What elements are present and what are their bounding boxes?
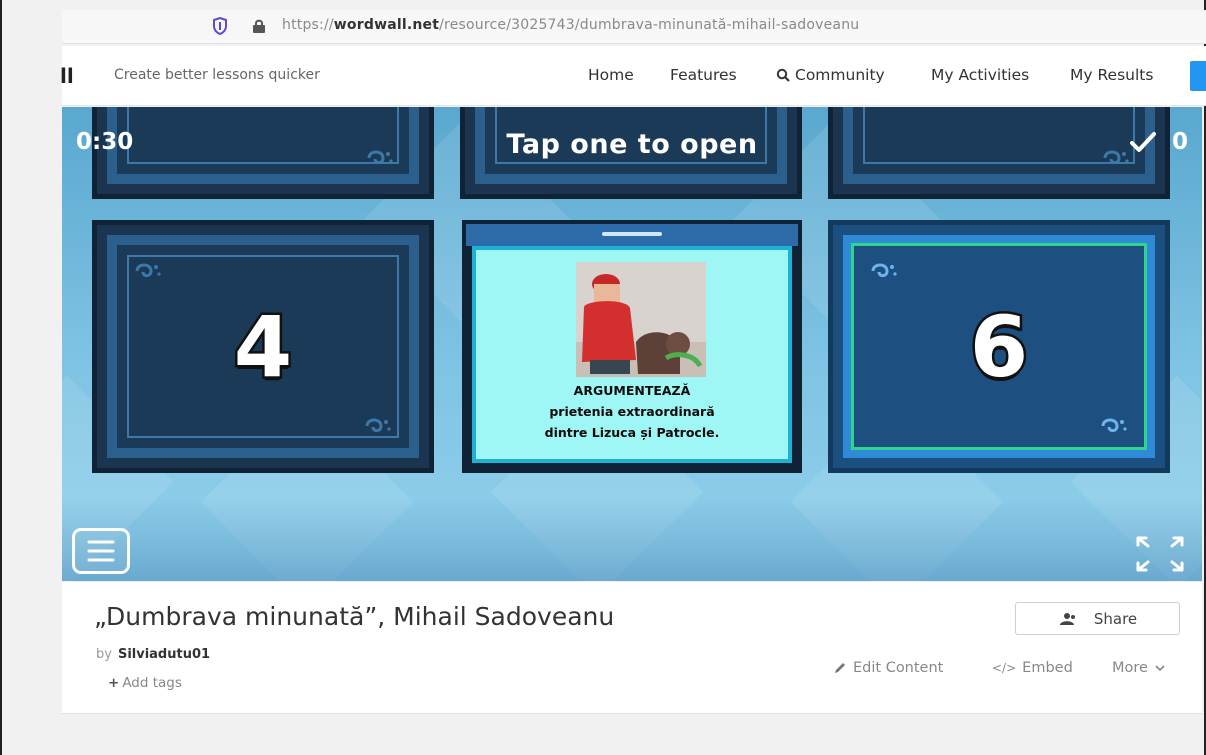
card-line-3: dintre Lizuca și Patrocle. bbox=[544, 425, 720, 440]
opened-card[interactable]: ARGUMENTEAZĂ prietenia extraordinară din… bbox=[462, 220, 802, 473]
url-domain: wordwall.net bbox=[333, 17, 440, 33]
site-header: ll Create better lessons quicker Home Fe… bbox=[60, 46, 1206, 106]
address-bar[interactable]: https://wordwall.net/resource/3025743/du… bbox=[62, 10, 1206, 44]
more-label: More bbox=[1112, 660, 1148, 676]
score-value: 0 bbox=[1171, 129, 1188, 155]
tile-number: 4 bbox=[231, 295, 294, 398]
nav-community-label: Community bbox=[795, 66, 885, 84]
url-path: /resource/3025743/dumbrava-minunată-miha… bbox=[439, 17, 860, 33]
site-logo[interactable]: ll bbox=[60, 64, 74, 88]
tile-6[interactable]: 6 bbox=[828, 220, 1170, 473]
hamburger-icon bbox=[87, 540, 115, 562]
game-prompt: Tap one to open bbox=[506, 129, 758, 160]
url-text[interactable]: https://wordwall.net/resource/3025743/du… bbox=[282, 17, 859, 33]
site-tagline: Create better lessons quicker bbox=[114, 67, 320, 83]
code-icon: </> bbox=[992, 661, 1017, 675]
edit-content-button[interactable]: Edit Content bbox=[833, 660, 943, 676]
add-tags-link[interactable]: + Add tags bbox=[108, 675, 182, 691]
embed-label: Embed bbox=[1022, 660, 1073, 676]
card-line-1: ARGUMENTEAZĂ bbox=[573, 383, 691, 398]
card-top-strip bbox=[466, 224, 798, 246]
nav-community[interactable]: Community bbox=[776, 66, 885, 84]
activity-title: „Dumbrava minunată”, Mihail Sadoveanu bbox=[94, 602, 615, 631]
edit-content-label: Edit Content bbox=[853, 660, 944, 676]
plus-icon: + bbox=[108, 675, 120, 691]
share-button[interactable]: Share bbox=[1015, 602, 1180, 635]
by-label: by bbox=[96, 647, 112, 662]
card-face: ARGUMENTEAZĂ prietenia extraordinară din… bbox=[472, 246, 792, 463]
nav-features[interactable]: Features bbox=[670, 66, 737, 84]
shield-icon bbox=[213, 17, 227, 35]
nav-home[interactable]: Home bbox=[588, 66, 634, 84]
share-label: Share bbox=[1093, 609, 1138, 628]
card-text: ARGUMENTEAZĂ prietenia extraordinară din… bbox=[476, 380, 788, 443]
share-people-icon bbox=[1059, 612, 1075, 625]
game-score: 0 bbox=[1129, 129, 1188, 155]
card-line-2: prietenia extraordinară bbox=[549, 404, 715, 419]
more-dropdown[interactable]: More bbox=[1112, 660, 1166, 676]
checkmark-icon bbox=[1129, 132, 1156, 152]
account-button[interactable] bbox=[1190, 61, 1206, 91]
tile-number: 6 bbox=[967, 295, 1030, 398]
card-illustration bbox=[576, 262, 706, 377]
chevron-down-icon bbox=[1155, 665, 1165, 672]
activity-info-panel: „Dumbrava minunată”, Mihail Sadoveanu by… bbox=[62, 582, 1202, 714]
author-link[interactable]: Silviadutu01 bbox=[118, 647, 210, 662]
search-icon bbox=[776, 68, 790, 82]
embed-button[interactable]: </> Embed bbox=[992, 660, 1073, 676]
game-area: 4 ARGUMENTEAZĂ prietenia extraordinară d… bbox=[62, 107, 1202, 581]
fullscreen-icon[interactable] bbox=[1132, 532, 1188, 576]
nav-my-results[interactable]: My Results bbox=[1070, 66, 1153, 84]
pencil-icon bbox=[835, 663, 845, 673]
game-bottom-bar bbox=[62, 497, 1202, 581]
add-tags-label: Add tags bbox=[122, 675, 182, 691]
url-prefix: https:// bbox=[282, 17, 334, 33]
game-menu-button[interactable] bbox=[72, 528, 130, 574]
tile-4[interactable]: 4 bbox=[92, 220, 434, 473]
lock-icon bbox=[253, 19, 265, 33]
byline: by Silviadutu01 bbox=[96, 647, 210, 662]
browser-frame: https://wordwall.net/resource/3025743/du… bbox=[0, 0, 1206, 755]
nav-my-activities[interactable]: My Activities bbox=[931, 66, 1029, 84]
